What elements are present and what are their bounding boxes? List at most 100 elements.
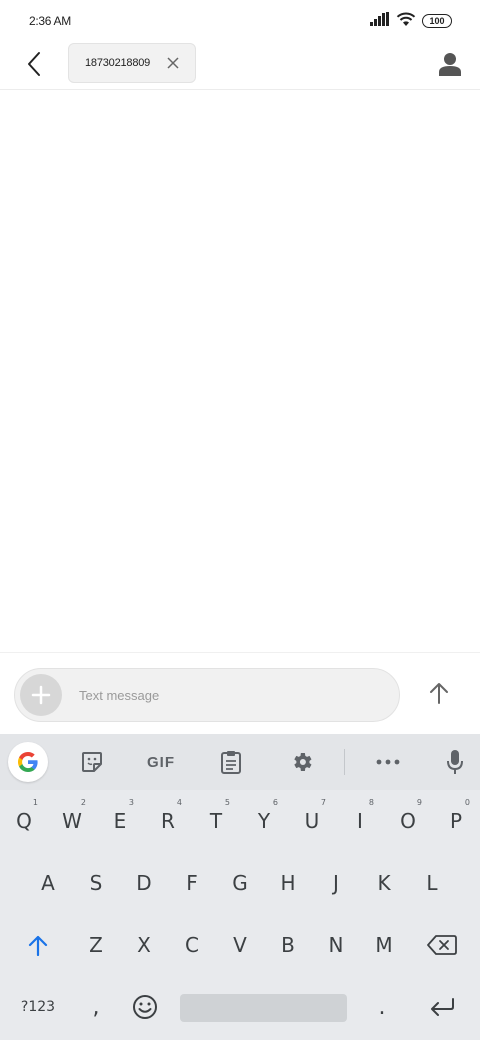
- key-hint: 1: [32, 798, 38, 807]
- key-u[interactable]: U7: [288, 792, 336, 850]
- key-label: ,: [92, 994, 100, 1020]
- clipboard-button[interactable]: [216, 744, 246, 780]
- key-c[interactable]: C: [168, 916, 216, 974]
- recipient-chip[interactable]: 18730218809: [68, 43, 196, 83]
- key-r[interactable]: R4: [144, 792, 192, 850]
- more-icon: [376, 759, 400, 765]
- key-d[interactable]: D: [120, 854, 168, 912]
- key-row-3: Z X C V B N M: [0, 916, 480, 978]
- key-hint: 0: [464, 798, 470, 807]
- key-h[interactable]: H: [264, 854, 312, 912]
- battery-icon: 100: [422, 14, 452, 28]
- symbols-key[interactable]: ?123: [10, 978, 66, 1036]
- key-v[interactable]: V: [216, 916, 264, 974]
- key-comma[interactable]: ,: [72, 978, 120, 1036]
- signal-icon: [370, 11, 390, 31]
- key-m[interactable]: M: [360, 916, 408, 974]
- key-label: Y: [257, 809, 271, 833]
- key-b[interactable]: B: [264, 916, 312, 974]
- key-q[interactable]: Q1: [0, 792, 48, 850]
- symbols-label: ?123: [20, 999, 56, 1015]
- compose-box: [14, 668, 400, 722]
- key-label: S: [89, 871, 103, 895]
- key-p[interactable]: P0: [432, 792, 480, 850]
- settings-button[interactable]: [286, 744, 318, 780]
- enter-key[interactable]: [414, 978, 470, 1036]
- key-hint: 6: [272, 798, 278, 807]
- status-time: 2:36 AM: [29, 14, 71, 28]
- key-i[interactable]: I8: [336, 792, 384, 850]
- key-label: B: [281, 933, 295, 957]
- emoji-key[interactable]: [122, 978, 168, 1036]
- send-button[interactable]: [424, 677, 454, 709]
- key-y[interactable]: Y6: [240, 792, 288, 850]
- key-e[interactable]: E3: [96, 792, 144, 850]
- mic-icon: [447, 750, 463, 774]
- key-hint: 2: [80, 798, 86, 807]
- key-o[interactable]: O9: [384, 792, 432, 850]
- key-f[interactable]: F: [168, 854, 216, 912]
- key-label: M: [375, 933, 393, 957]
- key-label: F: [186, 871, 198, 895]
- key-w[interactable]: W2: [48, 792, 96, 850]
- key-l[interactable]: L: [408, 854, 456, 912]
- key-row-1: Q1 W2 E3 R4 T5 Y6 U7 I8 O9 P0: [0, 792, 480, 854]
- key-row-2: A S D F G H J K L: [0, 854, 480, 916]
- keyboard-toolbar: GIF: [0, 734, 480, 790]
- key-hint: 4: [176, 798, 182, 807]
- google-button[interactable]: [8, 742, 48, 782]
- back-arrow-icon: [28, 52, 40, 76]
- key-label: R: [161, 809, 175, 833]
- sticker-button[interactable]: [76, 744, 108, 780]
- key-label: L: [426, 871, 438, 895]
- google-g-icon: [18, 752, 38, 772]
- key-label: O: [400, 809, 416, 833]
- toolbar-divider: [344, 749, 345, 775]
- key-period[interactable]: .: [358, 978, 406, 1036]
- key-hint: 5: [224, 798, 230, 807]
- key-j[interactable]: J: [312, 854, 360, 912]
- attach-button[interactable]: [20, 674, 62, 716]
- close-icon: [167, 57, 179, 69]
- key-label: W: [62, 809, 82, 833]
- key-label: D: [136, 871, 152, 895]
- message-list[interactable]: [0, 91, 480, 652]
- contact-button[interactable]: [436, 50, 464, 78]
- clipboard-icon: [221, 751, 241, 774]
- key-z[interactable]: Z: [72, 916, 120, 974]
- voice-input-button[interactable]: [440, 744, 470, 780]
- person-icon: [439, 53, 461, 76]
- key-label: C: [185, 933, 199, 957]
- key-g[interactable]: G: [216, 854, 264, 912]
- key-label: E: [113, 809, 127, 833]
- key-label: .: [378, 994, 386, 1020]
- key-label: T: [209, 809, 223, 833]
- message-input[interactable]: [79, 669, 379, 721]
- key-hint: 9: [416, 798, 422, 807]
- backspace-key[interactable]: [414, 916, 470, 974]
- key-s[interactable]: S: [72, 854, 120, 912]
- key-x[interactable]: X: [120, 916, 168, 974]
- wifi-icon: [396, 11, 416, 32]
- gif-button[interactable]: GIF: [140, 744, 182, 780]
- key-hint: 3: [128, 798, 134, 807]
- key-label: A: [41, 871, 55, 895]
- shift-key[interactable]: [10, 916, 66, 974]
- status-bar: 2:36 AM 100: [0, 0, 480, 42]
- keyboard: GIF Q 1 W 2 E 3 R 4 T 5 Y 6 U 7 I 8 O 9 …: [0, 734, 480, 1040]
- key-a[interactable]: A: [24, 854, 72, 912]
- key-n[interactable]: N: [312, 916, 360, 974]
- key-label: N: [328, 933, 344, 957]
- remove-recipient-button[interactable]: [165, 55, 181, 71]
- key-label: K: [377, 871, 391, 895]
- recipient-number: 18730218809: [85, 57, 151, 69]
- sticker-icon: [82, 752, 102, 772]
- space-key[interactable]: [180, 994, 347, 1022]
- key-label: Q: [16, 809, 32, 833]
- key-k[interactable]: K: [360, 854, 408, 912]
- back-button[interactable]: [18, 48, 50, 80]
- backspace-icon: [427, 935, 457, 955]
- more-button[interactable]: [372, 744, 404, 780]
- key-t[interactable]: T5: [192, 792, 240, 850]
- compose-bar: [0, 652, 480, 734]
